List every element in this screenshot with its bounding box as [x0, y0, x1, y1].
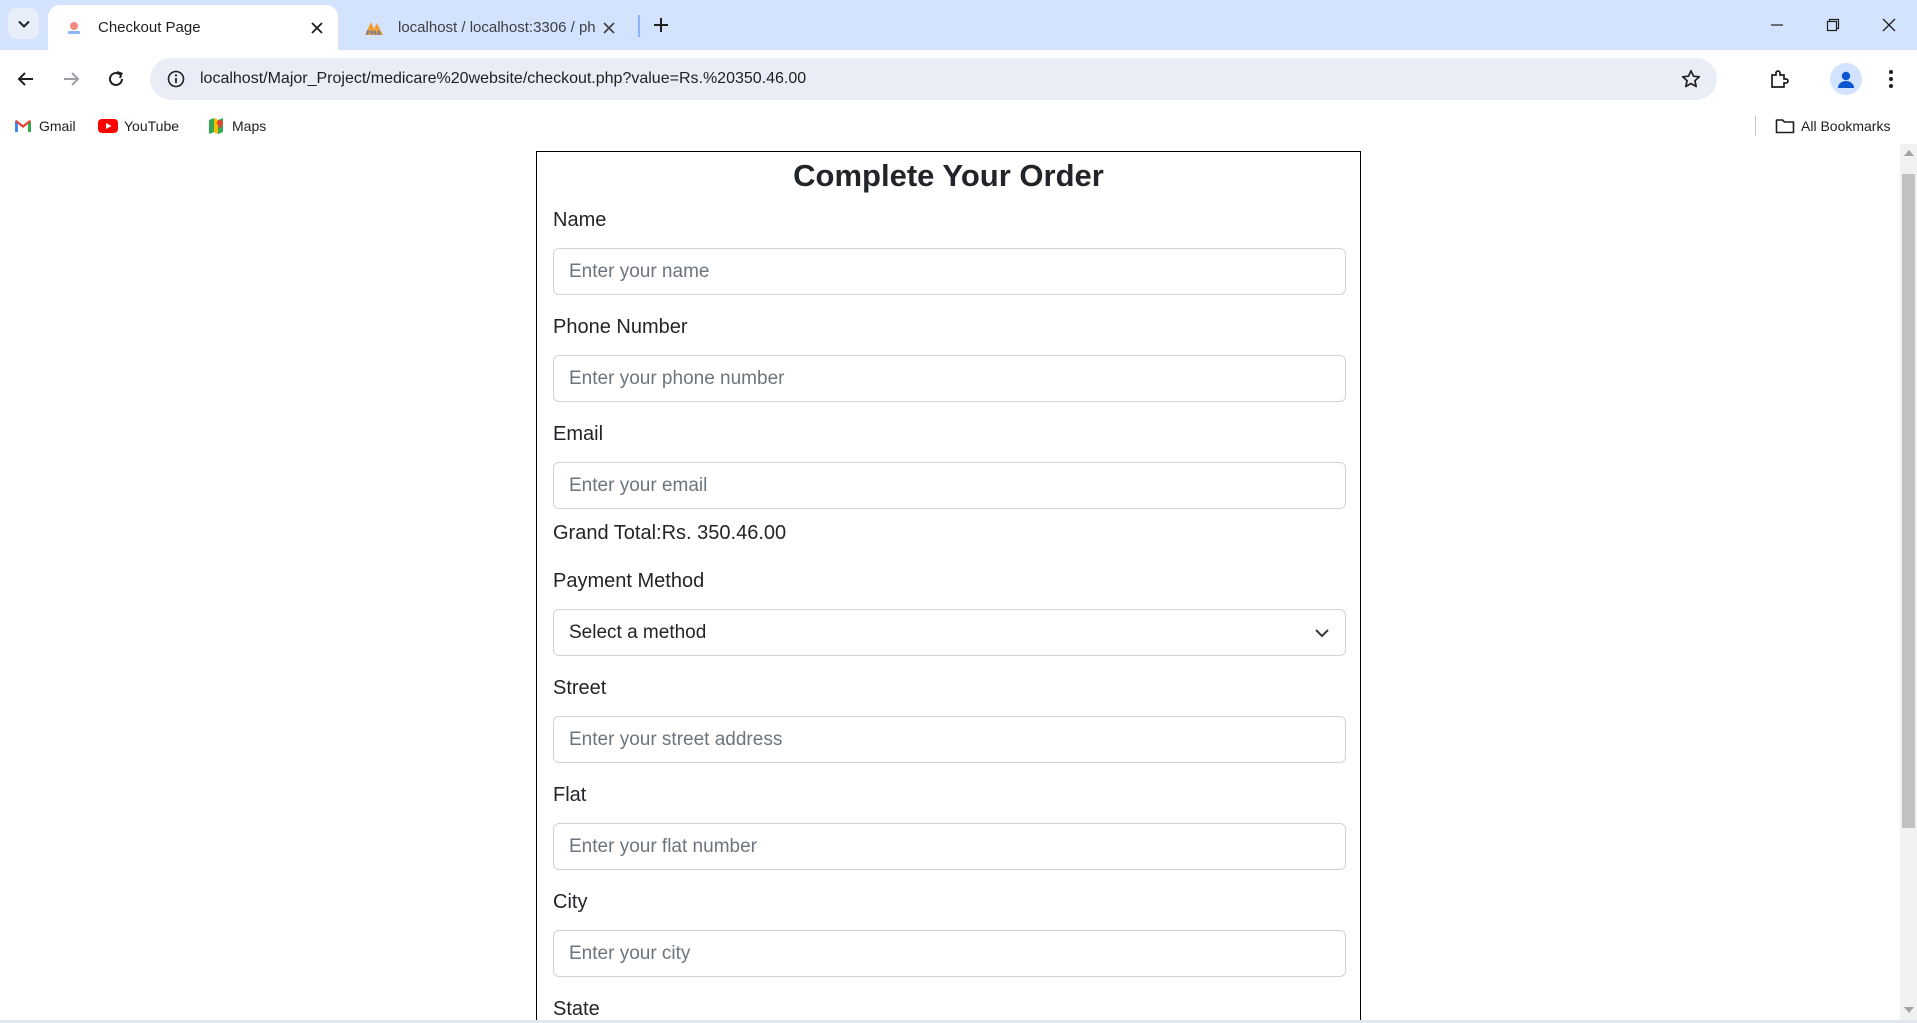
- tab-phpmyadmin[interactable]: PMA localhost / localhost:3306 / pha: [348, 5, 630, 50]
- street-label: Street: [553, 677, 607, 699]
- email-input[interactable]: Enter your email: [553, 462, 1346, 509]
- bookmark-label: YouTube: [124, 118, 180, 134]
- close-icon: [1882, 18, 1896, 32]
- avatar-icon: [1838, 71, 1854, 88]
- close-tab-icon[interactable]: [596, 15, 622, 41]
- youtube-icon: [98, 118, 118, 134]
- minimize-button[interactable]: [1755, 8, 1799, 42]
- phpmyadmin-favicon-icon: PMA: [364, 18, 384, 38]
- scroll-down-arrow-icon[interactable]: [1904, 1007, 1914, 1013]
- close-window-button[interactable]: [1867, 8, 1911, 42]
- city-field-group: City Enter your city: [553, 890, 1346, 977]
- payment-label: Payment Method: [553, 570, 705, 592]
- page-scrollbar[interactable]: [1900, 144, 1917, 1023]
- minimize-icon: [1771, 24, 1783, 26]
- bookmarks-bar: Gmail YouTube Maps All Bookmarks: [0, 108, 1917, 144]
- plus-icon: [654, 18, 668, 32]
- bookmark-youtube[interactable]: YouTube: [98, 115, 179, 137]
- tab-strip: Checkout Page PMA localhost / localhost:…: [0, 0, 1917, 50]
- gmail-icon: [13, 118, 33, 134]
- url-text: localhost/Major_Project/medicare%20websi…: [200, 70, 807, 87]
- profile-button[interactable]: [1830, 63, 1862, 95]
- email-field-group: Email Enter your email: [553, 422, 1346, 509]
- state-field-group: State: [553, 997, 1346, 1021]
- site-info-icon[interactable]: [156, 59, 196, 99]
- reload-icon: [109, 71, 123, 86]
- browser-toolbar: localhost/Major_Project/medicare%20websi…: [0, 50, 1917, 108]
- name-field-group: Name Enter your name: [553, 208, 1346, 295]
- flat-field-group: Flat Enter your flat number: [553, 783, 1346, 870]
- address-bar[interactable]: localhost/Major_Project/medicare%20websi…: [150, 58, 1717, 100]
- payment-field-group: Payment Method Select a method: [553, 569, 1346, 656]
- all-bookmarks-button[interactable]: All Bookmarks: [1775, 115, 1890, 137]
- chevron-down-icon: [1315, 628, 1329, 637]
- back-button[interactable]: [10, 63, 42, 95]
- tab-checkout[interactable]: Checkout Page: [48, 5, 338, 50]
- bookmark-star-icon[interactable]: [1679, 67, 1703, 91]
- forward-button[interactable]: [55, 63, 87, 95]
- street-field-group: Street Enter your street address: [553, 676, 1346, 763]
- menu-button[interactable]: [1875, 63, 1907, 95]
- name-label: Name: [553, 209, 607, 231]
- flat-input[interactable]: Enter your flat number: [553, 823, 1346, 870]
- tab-title: Checkout Page: [98, 19, 201, 36]
- bookmark-gmail[interactable]: Gmail: [13, 115, 76, 137]
- tab-title: localhost / localhost:3306 / pha: [398, 19, 596, 36]
- checkout-form: Complete Your Order Name Enter your name…: [536, 151, 1361, 1023]
- phone-input[interactable]: Enter your phone number: [553, 355, 1346, 402]
- scrollbar-thumb[interactable]: [1902, 174, 1915, 828]
- street-input[interactable]: Enter your street address: [553, 716, 1346, 763]
- bookmark-maps[interactable]: Maps: [206, 115, 266, 137]
- chevron-down-icon: [17, 20, 30, 28]
- tab-divider: [638, 15, 640, 37]
- all-bookmarks-label: All Bookmarks: [1801, 118, 1891, 134]
- restore-button[interactable]: [1811, 8, 1855, 42]
- name-input[interactable]: Enter your name: [553, 248, 1346, 295]
- grand-total: Grand Total:Rs. 350.46.00: [553, 522, 787, 544]
- bookmark-label: Maps: [232, 118, 267, 134]
- city-label: City: [553, 891, 588, 913]
- page-title: Complete Your Order: [793, 158, 1104, 193]
- bookmark-label: Gmail: [39, 118, 76, 134]
- bookmarks-separator: [1755, 116, 1756, 136]
- email-label: Email: [553, 423, 604, 445]
- extensions-button[interactable]: [1763, 63, 1795, 95]
- site-favicon-icon: [64, 18, 84, 38]
- payment-selected-value: Select a method: [569, 621, 707, 643]
- new-tab-button[interactable]: [647, 11, 675, 39]
- maps-icon: [206, 118, 226, 134]
- close-tab-icon[interactable]: [304, 15, 330, 41]
- phone-field-group: Phone Number Enter your phone number: [553, 315, 1346, 402]
- arrow-right-icon: [64, 72, 80, 86]
- scroll-up-arrow-icon[interactable]: [1904, 150, 1914, 156]
- flat-label: Flat: [553, 784, 587, 806]
- page-viewport: Complete Your Order Name Enter your name…: [0, 144, 1917, 1023]
- reload-button[interactable]: [100, 63, 132, 95]
- payment-method-select[interactable]: Select a method: [553, 609, 1346, 656]
- more-vert-icon: [1889, 70, 1893, 88]
- tab-search-button[interactable]: [8, 8, 39, 39]
- svg-text:PMA: PMA: [366, 30, 381, 36]
- puzzle-icon: [1771, 70, 1789, 88]
- restore-icon: [1826, 18, 1840, 32]
- city-input[interactable]: Enter your city: [553, 930, 1346, 977]
- phone-label: Phone Number: [553, 316, 688, 338]
- folder-icon: [1775, 118, 1795, 134]
- arrow-left-icon: [17, 72, 33, 86]
- state-label: State: [553, 998, 600, 1020]
